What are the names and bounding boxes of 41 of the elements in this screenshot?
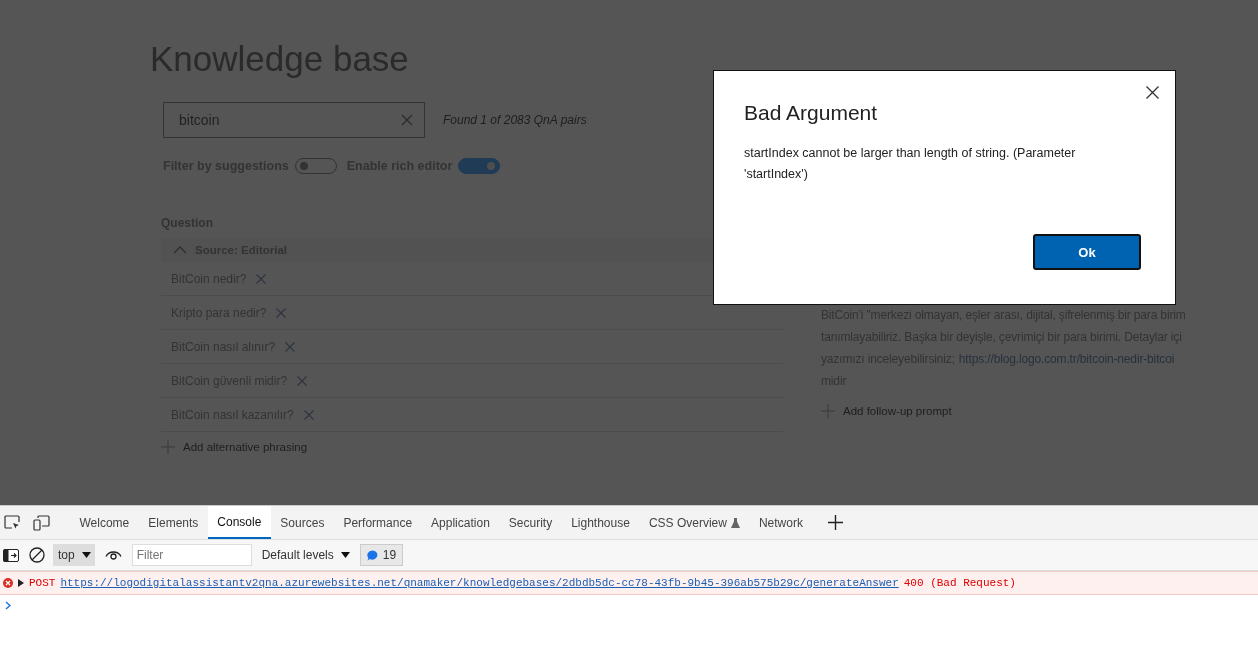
caret-icon <box>81 552 91 558</box>
error-icon <box>3 578 13 588</box>
devtools-tab[interactable]: CSS Overview <box>639 506 750 539</box>
inspect-icon[interactable] <box>4 515 21 530</box>
flask-icon <box>730 517 740 528</box>
clear-console-icon[interactable] <box>29 547 45 563</box>
expand-icon[interactable] <box>18 579 24 587</box>
sidebar-icon[interactable] <box>3 548 19 562</box>
ok-button[interactable]: Ok <box>1033 234 1141 270</box>
message-icon <box>366 549 378 561</box>
devtools-tab[interactable]: Security <box>499 506 562 539</box>
remove-icon[interactable] <box>297 375 308 386</box>
eye-icon[interactable] <box>104 549 122 561</box>
prompt-icon[interactable] <box>5 600 11 610</box>
devtools-tab[interactable]: Sources <box>270 506 334 539</box>
filter-field[interactable]: Filter <box>131 544 252 566</box>
remove-icon[interactable] <box>276 307 287 318</box>
remove-icon[interactable] <box>285 341 296 352</box>
status-text: 400 (Bad Request) <box>903 577 1016 589</box>
devtools-tab[interactable]: Performance <box>333 506 422 539</box>
devtools-tab[interactable]: Network <box>749 506 813 539</box>
devtools-tab[interactable]: Welcome <box>70 506 139 539</box>
clear-icon[interactable] <box>401 114 413 126</box>
device-icon[interactable] <box>33 514 50 531</box>
caret-icon <box>340 552 350 558</box>
devtools-tab[interactable]: Console <box>207 506 271 539</box>
dialog-title: Bad Argument <box>744 101 878 125</box>
devtools-tab[interactable]: Elements <box>138 506 208 539</box>
remove-icon[interactable] <box>256 273 267 284</box>
devtools-tab[interactable]: Application <box>421 506 500 539</box>
close-icon[interactable] <box>1146 86 1159 99</box>
request-url[interactable]: https://logodigitalassistantv2qna.azurewebsites.net/qnamaker/knowledgebases/2dbdb5dc-cc78-43fb-9b45-396ab575b29c/generateAnswer <box>60 577 899 589</box>
dialog-message: startIndex cannot be larger than length of string. (Parameter 'startIndex') <box>744 145 1077 183</box>
message-count-badge[interactable]: 19 <box>359 544 404 566</box>
add-tab-icon[interactable] <box>828 515 844 530</box>
remove-icon[interactable] <box>303 409 314 420</box>
devtools-tab[interactable]: Lighthouse <box>561 506 640 539</box>
request-method: POST <box>29 577 56 589</box>
context-dropdown[interactable]: top <box>53 544 95 566</box>
toggle-switch[interactable] <box>458 158 501 174</box>
levels-dropdown[interactable]: Default levels <box>261 548 350 562</box>
